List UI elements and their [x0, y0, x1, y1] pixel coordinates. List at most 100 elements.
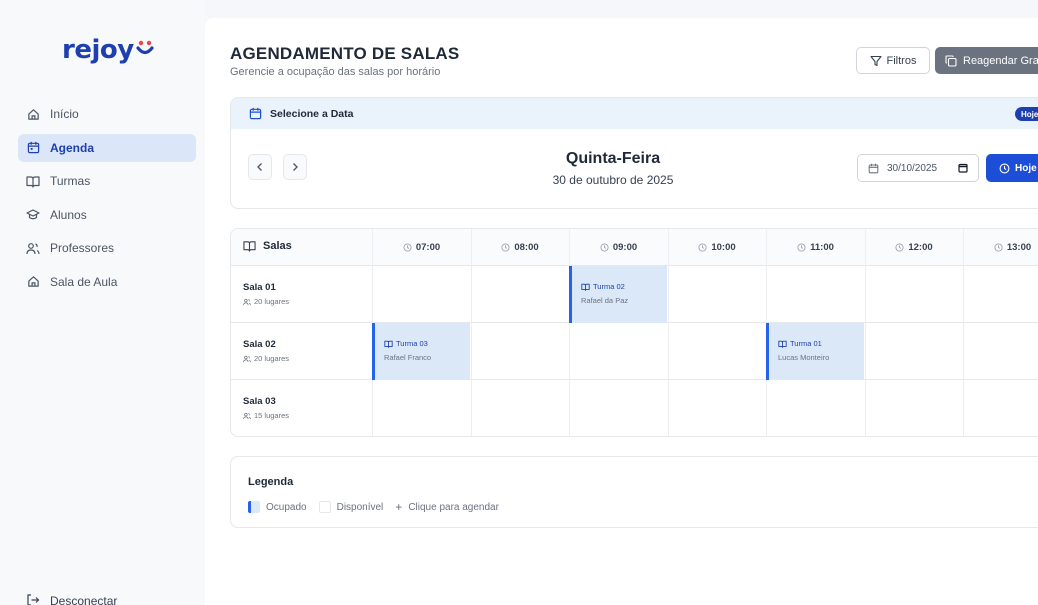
date-input-value: 30/10/2025: [887, 162, 938, 174]
sidebar-item-professores[interactable]: Professores: [18, 234, 196, 262]
filters-button[interactable]: Filtros: [856, 47, 930, 74]
legend-items: Ocupado Disponível + Clique para agendar: [248, 500, 511, 514]
booked-slot[interactable]: Turma 01 Lucas Monteiro: [766, 323, 864, 380]
clock-icon: [403, 243, 412, 252]
booking-teacher: Rafael da Paz: [581, 296, 629, 305]
empty-slot[interactable]: [569, 380, 667, 436]
book-icon: [243, 241, 256, 252]
empty-slot[interactable]: [766, 266, 864, 323]
room-cell: Sala 01 20 lugares: [231, 266, 372, 323]
full-date: 30 de outubro de 2025: [552, 173, 674, 187]
legend-click-label: Clique para agendar: [408, 501, 499, 513]
empty-slot[interactable]: [372, 266, 470, 323]
room-name: Sala 03: [243, 396, 276, 407]
booking-class-label: Turma 03: [396, 339, 428, 348]
time-column-header: 08:00: [470, 229, 569, 266]
reschedule-label: Reagendar Gra: [963, 54, 1038, 67]
booked-slot[interactable]: Turma 02 Rafael da Paz: [569, 266, 667, 323]
booking-class: Turma 03: [384, 339, 431, 348]
filter-icon: [869, 55, 882, 66]
empty-slot[interactable]: [667, 380, 766, 436]
legend-click-to-schedule: + Clique para agendar: [395, 500, 499, 514]
plus-icon: +: [395, 500, 403, 514]
next-day-button[interactable]: [283, 154, 307, 180]
empty-slot[interactable]: [667, 323, 766, 380]
logout-icon: [26, 594, 40, 605]
booking-teacher: Lucas Monteiro: [778, 353, 830, 362]
today-button[interactable]: Hoje: [986, 154, 1038, 182]
time-label: 09:00: [612, 242, 638, 253]
legend-occupied: Ocupado: [248, 501, 307, 513]
chevron-left-icon: [257, 163, 262, 171]
copy-icon: [945, 54, 957, 67]
empty-slot[interactable]: [963, 380, 1038, 436]
book-icon: [26, 174, 40, 188]
logo[interactable]: rejoy: [62, 32, 154, 68]
sidebar-item-agenda[interactable]: Agenda: [18, 133, 196, 162]
sidebar-item-alunos[interactable]: Alunos: [18, 201, 196, 229]
book-icon: [384, 340, 393, 348]
time-label: 10:00: [711, 242, 736, 253]
date-selector-card: Selecione a Data Hoje Quinta-Feira 30 de…: [230, 97, 1038, 209]
booking-info: Turma 01 Lucas Monteiro: [778, 339, 829, 362]
page-subtitle: Gerencie a ocupação das salas por horári…: [230, 66, 441, 78]
empty-slot[interactable]: [766, 380, 864, 436]
empty-slot[interactable]: [963, 323, 1038, 380]
room-capacity-label: 20 lugares: [254, 354, 290, 363]
time-label: 12:00: [908, 242, 933, 253]
legend-title: Legenda: [248, 476, 294, 488]
sidebar-item-turmas[interactable]: Turmas: [18, 167, 196, 195]
reschedule-button[interactable]: Reagendar Gra: [935, 47, 1038, 74]
page-title: AGENDAMENTO DE SALAS: [230, 44, 460, 63]
previous-day-button[interactable]: [248, 154, 272, 180]
users-icon: [243, 298, 251, 305]
empty-slot[interactable]: [569, 323, 667, 380]
empty-slot[interactable]: [470, 323, 569, 380]
empty-slot[interactable]: [864, 323, 963, 380]
empty-slot[interactable]: [864, 266, 963, 323]
empty-slot[interactable]: [963, 266, 1038, 323]
empty-slot[interactable]: [864, 380, 963, 436]
logo-text: rejoy: [62, 35, 134, 65]
sidebar-item-label: Turmas: [50, 174, 91, 188]
sidebar-item-inicio[interactable]: Início: [18, 100, 196, 128]
booking-teacher: Rafael Franco: [384, 353, 432, 362]
graduation-cap-icon: [26, 208, 40, 222]
booked-slot[interactable]: Turma 03 Rafael Franco: [372, 323, 470, 380]
clock-icon: [999, 163, 1010, 173]
clock-icon: [600, 243, 609, 252]
legend-available: Disponível: [318, 501, 384, 513]
time-column-header: 12:00: [864, 229, 963, 266]
empty-slot[interactable]: [667, 266, 766, 323]
book-icon: [581, 283, 590, 291]
legend-available-label: Disponível: [336, 501, 384, 513]
calendar-icon: [26, 141, 40, 155]
clock-icon: [501, 243, 510, 252]
empty-slot[interactable]: [470, 380, 569, 436]
calendar-icon: [868, 163, 879, 173]
sidebar-item-label: Agenda: [50, 140, 95, 155]
date-selector-header: Selecione a Data Hoje: [231, 98, 1038, 129]
empty-slot[interactable]: [470, 266, 569, 323]
clock-icon: [994, 243, 1003, 252]
booking-class-label: Turma 02: [593, 282, 625, 291]
booking-class-label: Turma 01: [790, 339, 822, 348]
booking-info: Turma 03 Rafael Franco: [384, 339, 431, 362]
date-picker-icon[interactable]: [958, 163, 968, 173]
home-icon: [26, 275, 40, 289]
date-input[interactable]: 30/10/2025: [857, 154, 979, 182]
clock-icon: [698, 243, 707, 252]
room-cell: Sala 03 15 lugares: [231, 380, 372, 436]
room-capacity-label: 20 lugares: [254, 297, 290, 306]
date-selector-heading: Selecione a Data: [270, 107, 354, 120]
time-column-header: 07:00: [372, 229, 470, 266]
sidebar-item-sala-de-aula[interactable]: Sala de Aula: [18, 268, 196, 296]
empty-slot[interactable]: [372, 380, 470, 436]
room-row: Sala 01 20 lugares Turma 02 Rafael da Paz: [231, 266, 1038, 323]
app-root: rejoy Início Agenda Turmas Alunos Profes…: [0, 0, 1038, 605]
book-icon: [778, 340, 787, 348]
room-capacity-label: 15 lugares: [254, 411, 290, 420]
logout-button[interactable]: Desconectar: [26, 594, 117, 605]
chevron-right-icon: [293, 163, 298, 171]
time-column-header: 10:00: [667, 229, 766, 266]
